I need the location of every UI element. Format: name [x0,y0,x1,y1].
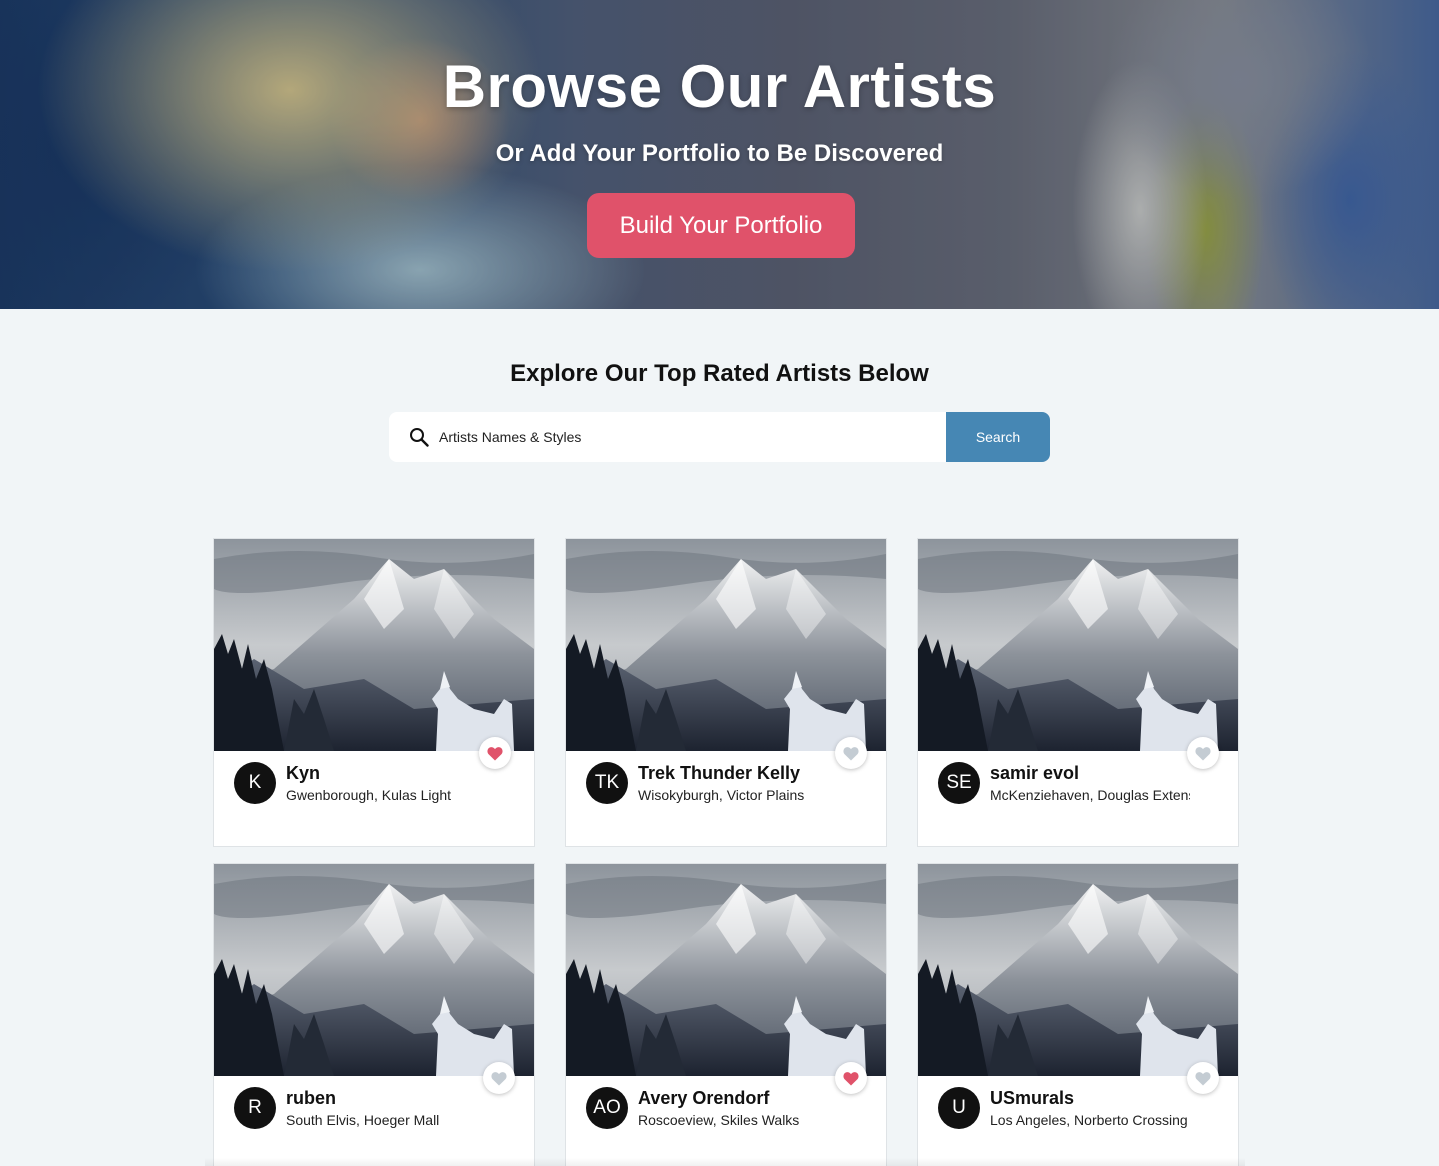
artist-location: Gwenborough, Kulas Light [286,787,451,803]
avatar[interactable]: R [234,1087,276,1129]
hero-title: Browse Our Artists [442,53,997,120]
avatar[interactable]: AO [586,1087,628,1129]
heart-icon [1195,1071,1211,1085]
artist-name[interactable]: Kyn [286,763,320,784]
artist-location: McKenziehaven, Douglas Extension [990,787,1190,803]
favorite-button[interactable] [1187,1062,1219,1094]
favorite-button[interactable] [835,737,867,769]
avatar[interactable]: SE [938,762,980,804]
hero-subtitle: Or Add Your Portfolio to Be Discovered [495,140,944,167]
avatar[interactable]: TK [586,762,628,804]
heart-icon [487,746,503,760]
search-input[interactable] [439,412,946,462]
heart-icon [491,1071,507,1085]
artist-name[interactable]: Avery Orendorf [638,1088,769,1109]
avatar[interactable]: K [234,762,276,804]
artist-location: Los Angeles, Norberto Crossing [990,1112,1188,1128]
search-button[interactable]: Search [946,412,1050,462]
artwork-image[interactable] [214,864,534,1076]
artist-name[interactable]: USmurals [990,1088,1074,1109]
heart-icon [843,1071,859,1085]
scroll-shadow [205,1158,1245,1166]
artist-card[interactable]: TK Trek Thunder Kelly Wisokyburgh, Victo… [565,538,887,847]
build-portfolio-button[interactable]: Build Your Portfolio [587,193,855,258]
artist-card[interactable]: SE samir evol McKenziehaven, Douglas Ext… [917,538,1239,847]
artist-name[interactable]: ruben [286,1088,336,1109]
artist-name[interactable]: samir evol [990,763,1079,784]
artwork-image[interactable] [566,864,886,1076]
artist-location: Roscoeview, Skiles Walks [638,1112,800,1128]
favorite-button[interactable] [479,737,511,769]
artist-location: South Elvis, Hoeger Mall [286,1112,440,1128]
artwork-image[interactable] [918,539,1238,751]
search-bar: Search [389,412,1050,462]
artist-card[interactable]: K Kyn Gwenborough, Kulas Light [213,538,535,847]
favorite-button[interactable] [483,1062,515,1094]
hero-banner: Browse Our Artists Or Add Your Portfolio… [0,0,1439,309]
avatar[interactable]: U [938,1087,980,1129]
artwork-image[interactable] [918,864,1238,1076]
artwork-image[interactable] [566,539,886,751]
artist-card[interactable]: AO Avery Orendorf Roscoeview, Skiles Wal… [565,863,887,1166]
artist-location: Wisokyburgh, Victor Plains [638,787,805,803]
search-icon [410,428,429,447]
heart-icon [1195,746,1211,760]
artist-card[interactable]: R ruben South Elvis, Hoeger Mall [213,863,535,1166]
artist-name[interactable]: Trek Thunder Kelly [638,763,800,784]
heart-icon [843,746,859,760]
artwork-image[interactable] [214,539,534,751]
favorite-button[interactable] [1187,737,1219,769]
section-title: Explore Our Top Rated Artists Below [510,360,929,387]
artist-card[interactable]: U USmurals Los Angeles, Norberto Crossin… [917,863,1239,1166]
favorite-button[interactable] [835,1062,867,1094]
